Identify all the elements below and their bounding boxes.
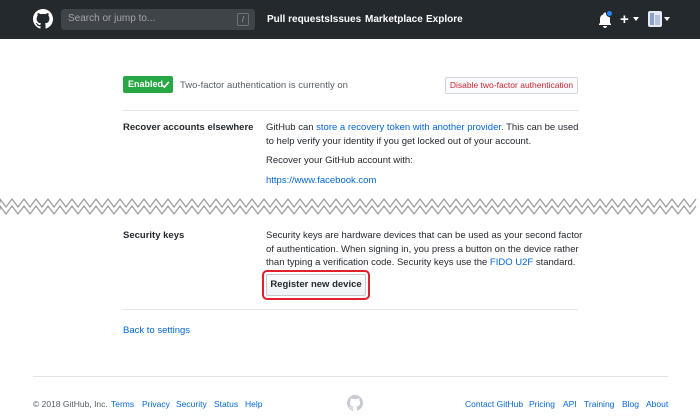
back-to-settings-link[interactable]: Back to settings: [123, 325, 190, 336]
footer-link-blog[interactable]: Blog: [622, 399, 639, 409]
register-new-device-button[interactable]: Register new device: [266, 274, 366, 296]
footer-link-about[interactable]: About: [646, 399, 668, 409]
site-header: Search or jump to... / Pull requests Iss…: [0, 0, 700, 39]
footer-link-training[interactable]: Training: [584, 399, 614, 409]
security-keys-description: Security keys are hardware devices that …: [266, 229, 586, 270]
recover-text-before: GitHub can: [266, 122, 317, 133]
footer-link-security[interactable]: Security: [176, 399, 207, 409]
divider: [123, 309, 578, 310]
footer-copyright: © 2018 GitHub, Inc.: [33, 399, 108, 409]
footer-link-contact[interactable]: Contact GitHub: [465, 399, 523, 409]
footer-link-pricing[interactable]: Pricing: [529, 399, 555, 409]
search-shortcut-key: /: [237, 13, 249, 26]
footer-link-status[interactable]: Status: [214, 399, 238, 409]
recover-accounts-title: Recover accounts elsewhere: [123, 122, 254, 133]
nav-marketplace[interactable]: Marketplace: [365, 14, 423, 25]
github-logo-icon[interactable]: [33, 9, 53, 29]
github-footer-logo-icon[interactable]: [347, 395, 363, 411]
user-avatar[interactable]: [648, 11, 662, 27]
disable-two-factor-button[interactable]: Disable two-factor authentication: [445, 77, 578, 94]
footer-link-terms[interactable]: Terms: [111, 399, 134, 409]
footer-link-privacy[interactable]: Privacy: [142, 399, 170, 409]
facebook-recovery-link[interactable]: https://www.facebook.com: [266, 174, 586, 188]
footer-divider: [33, 376, 668, 377]
nav-explore[interactable]: Explore: [426, 14, 463, 25]
unread-notification-dot: [606, 10, 613, 17]
footer-link-api[interactable]: API: [563, 399, 577, 409]
security-keys-title: Security keys: [123, 230, 185, 241]
recover-accounts-description: GitHub can store a recovery token with a…: [266, 121, 586, 148]
check-icon: [161, 81, 170, 89]
page-cut-separator: [0, 198, 697, 215]
enabled-badge-label: Enabled: [128, 79, 164, 89]
nav-pull-requests[interactable]: Pull requests: [267, 14, 330, 25]
create-new-caret-icon[interactable]: [633, 17, 639, 21]
footer-link-help[interactable]: Help: [245, 399, 262, 409]
create-new-plus-icon[interactable]: +: [620, 11, 629, 28]
divider: [123, 110, 578, 111]
search-input[interactable]: Search or jump to... /: [61, 9, 255, 30]
search-placeholder: Search or jump to...: [68, 13, 156, 24]
recover-with-text: Recover your GitHub account with:: [266, 155, 413, 166]
security-keys-text-after: standard.: [533, 257, 576, 268]
user-menu-caret-icon[interactable]: [664, 17, 670, 21]
two-factor-status-text: Two-factor authentication is currently o…: [180, 80, 348, 91]
nav-issues[interactable]: Issues: [330, 14, 361, 25]
enabled-badge: Enabled: [123, 76, 173, 93]
fido-u2f-link[interactable]: FIDO U2F: [490, 257, 533, 268]
recovery-provider-link[interactable]: store a recovery token with another prov…: [316, 122, 501, 133]
